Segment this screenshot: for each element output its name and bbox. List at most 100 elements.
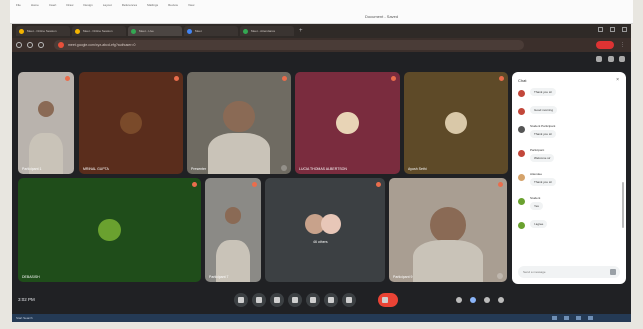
doc-menu-item[interactable]: Mailings <box>147 3 158 7</box>
pin-icon[interactable] <box>497 273 503 279</box>
minimize-icon[interactable] <box>598 27 603 32</box>
doc-menu-item[interactable]: Home <box>31 3 39 7</box>
chat-title: Chat <box>518 78 527 83</box>
participant-tile[interactable]: Participant 1 <box>18 72 74 174</box>
participant-tile[interactable]: Participant 9 <box>389 178 507 282</box>
participant-tile[interactable]: 46 others <box>265 178 385 282</box>
more-icon <box>346 297 352 303</box>
activities-icon[interactable] <box>484 297 490 303</box>
document-title: Document - Saved <box>365 14 399 19</box>
participant-tile[interactable]: DEBASISH <box>18 178 201 282</box>
reload-icon[interactable] <box>38 42 44 48</box>
site-icon <box>58 42 64 48</box>
document-toolbar: File Home Insert Draw Design Layout References… <box>10 0 633 24</box>
tab-label: Meet <box>195 29 202 33</box>
sender-name: Attendee <box>530 172 543 176</box>
participant-body <box>207 133 271 174</box>
layout-icon[interactable] <box>596 56 602 62</box>
participant-name: LUCIA THOMAS ALBERTSON <box>299 167 347 171</box>
mic-button[interactable] <box>234 293 248 307</box>
maximize-icon[interactable] <box>610 27 615 32</box>
settings-icon[interactable] <box>619 56 625 62</box>
emoji-button[interactable] <box>288 293 302 307</box>
present-button[interactable] <box>306 293 320 307</box>
participant-tile[interactable]: Ayush Sethi <box>404 72 508 174</box>
more-vert-icon[interactable]: ⋮ <box>620 42 625 48</box>
people-icon[interactable] <box>608 56 614 62</box>
forward-icon[interactable] <box>27 42 33 48</box>
doc-menu-item[interactable]: Layout <box>103 3 112 7</box>
doc-menu-item[interactable]: Review <box>168 3 178 7</box>
tab-favicon <box>187 28 192 34</box>
back-icon[interactable] <box>16 42 22 48</box>
chat-scrollbar[interactable] <box>622 182 624 228</box>
camera-icon <box>256 297 262 303</box>
doc-menu-item[interactable]: Draw <box>66 3 73 7</box>
participant-tile[interactable]: LUCIA THOMAS ALBERTSON <box>295 72 400 174</box>
participant-tile[interactable]: MRINAL GUPTA <box>79 72 183 174</box>
tab-label: Meet - Online Session <box>83 29 113 33</box>
browser-tab[interactable]: Meet - Attendance <box>240 26 294 36</box>
meeting-time: 3:02 PM <box>18 297 35 302</box>
participant-name: Participant 9 <box>393 275 413 279</box>
browser-tab[interactable]: Meet - Online Session <box>72 26 126 36</box>
chat-input[interactable]: Send a message <box>518 266 620 278</box>
leave-call-button[interactable] <box>378 293 398 307</box>
mic-muted-icon <box>498 182 503 187</box>
participant-tile[interactable]: Presenter <box>187 72 291 174</box>
monitor-screen: Meet - Online Session Meet - Online Sessi… <box>12 24 631 314</box>
browser-tab[interactable]: Meet - Online Session <box>16 26 70 36</box>
phone-hangup-icon <box>382 297 388 303</box>
mic-icon <box>238 297 244 303</box>
browser-actions: ⋮ <box>596 41 625 49</box>
more-button[interactable] <box>342 293 356 307</box>
sender-name: Participant <box>530 148 545 152</box>
browser-tab[interactable]: Meet <box>184 26 238 36</box>
profile-button[interactable] <box>596 41 614 49</box>
doc-menu-item[interactable]: File <box>16 3 21 7</box>
host-controls-icon[interactable] <box>498 297 504 303</box>
tray-icon[interactable] <box>588 316 593 320</box>
doc-menu-item[interactable]: Insert <box>49 3 57 7</box>
present-icon <box>310 297 316 303</box>
camera-button[interactable] <box>252 293 266 307</box>
participant-name: Ayush Sethi <box>408 167 427 171</box>
captions-button[interactable] <box>270 293 284 307</box>
mic-muted-icon <box>65 76 70 81</box>
participant-avatar <box>98 218 121 242</box>
url-text: meet.google.com/xyz-abcd-efg?authuser=0 <box>68 43 136 47</box>
browser-tab-strip: Meet - Online Session Meet - Online Sessi… <box>12 24 631 38</box>
browser-tab[interactable]: Meet - Live <box>128 26 182 36</box>
info-icon[interactable] <box>456 297 462 303</box>
participant-avatar <box>119 111 143 135</box>
chat-icon[interactable] <box>470 297 476 303</box>
photo-frame: File Home Insert Draw Design Layout References… <box>0 0 643 329</box>
close-icon[interactable] <box>622 27 627 32</box>
tray-icon[interactable] <box>564 316 569 320</box>
taskbar-text: Start Search <box>16 316 33 320</box>
emoji-icon <box>292 297 298 303</box>
message-text: I agree <box>530 220 548 228</box>
participant-avatar <box>336 111 359 135</box>
doc-menu-item[interactable]: View <box>188 3 194 7</box>
doc-menu-item[interactable]: References <box>122 3 137 7</box>
mic-muted-icon <box>376 182 381 187</box>
pin-icon[interactable] <box>281 165 287 171</box>
document-menu: File Home Insert Draw Design Layout References… <box>16 3 194 7</box>
chat-input-placeholder: Send a message <box>523 270 546 274</box>
mic-muted-icon <box>391 76 396 81</box>
close-chat-icon[interactable]: × <box>616 77 619 83</box>
chat-panel: Chat × Thank you sir Good morning Student … <box>512 72 626 284</box>
sender-avatar <box>518 126 525 133</box>
participant-tile[interactable]: Participant 7 <box>205 178 261 282</box>
new-tab-icon[interactable]: + <box>299 28 303 34</box>
raise-hand-button[interactable] <box>324 293 338 307</box>
url-bar[interactable]: meet.google.com/xyz-abcd-efg?authuser=0 <box>54 40 524 50</box>
tray-icon[interactable] <box>576 316 581 320</box>
send-icon[interactable] <box>610 269 616 275</box>
sender-name: Student <box>530 196 541 200</box>
doc-menu-item[interactable]: Design <box>83 3 92 7</box>
window-controls[interactable] <box>598 27 627 32</box>
tray-icon[interactable] <box>552 316 557 320</box>
participant-face <box>37 100 55 118</box>
